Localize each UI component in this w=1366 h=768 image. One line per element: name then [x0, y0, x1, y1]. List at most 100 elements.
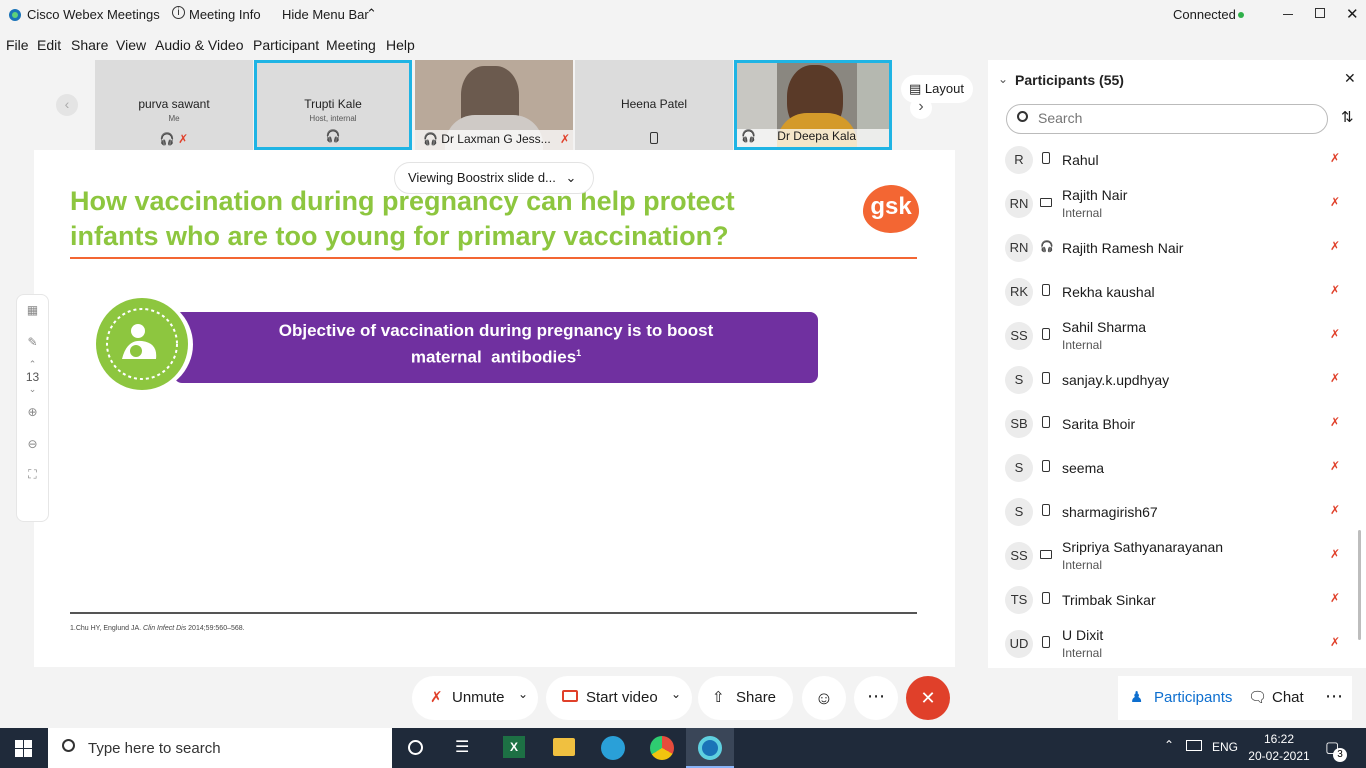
computer-icon: [1040, 198, 1052, 207]
menu-meeting[interactable]: Meeting: [326, 37, 376, 53]
language-indicator[interactable]: ENG: [1212, 740, 1238, 754]
leave-meeting-button[interactable]: ✕: [906, 676, 950, 720]
panel-scrollbar[interactable]: [1358, 530, 1361, 640]
menu-view[interactable]: View: [116, 37, 146, 53]
thumbnails-icon[interactable]: ▦: [17, 303, 48, 317]
participant-row[interactable]: R Rahul ✗: [988, 138, 1348, 182]
video-tile-trupti[interactable]: Trupti Kale Host, internal 🎧: [254, 60, 412, 150]
video-tile-heena[interactable]: Heena Patel: [575, 60, 733, 150]
edge-icon[interactable]: [601, 736, 625, 760]
phone-icon: [1042, 152, 1050, 164]
meeting-info-button[interactable]: Meeting Info: [189, 7, 261, 22]
menu-audio-video[interactable]: Audio & Video: [155, 37, 243, 53]
menu-participant[interactable]: Participant: [253, 37, 319, 53]
menu-edit[interactable]: Edit: [37, 37, 61, 53]
mic-muted-icon[interactable]: ✗: [1330, 371, 1344, 387]
phone-icon: [1042, 592, 1050, 604]
video-tile-deepa[interactable]: 🎧 Dr Deepa Kala: [734, 60, 892, 150]
participant-row[interactable]: RK Rekha kaushal ✗: [988, 270, 1348, 314]
show-hidden-icons-icon[interactable]: ⌃: [1164, 738, 1174, 752]
collapse-chevron-icon[interactable]: ⌄: [998, 72, 1008, 86]
zoom-in-icon[interactable]: ⊕: [17, 405, 48, 419]
sort-icon[interactable]: ⇅: [1341, 108, 1354, 126]
page-down-icon[interactable]: ⌄: [17, 384, 48, 395]
mic-muted-icon[interactable]: ✗: [1330, 239, 1344, 255]
layout-button[interactable]: ▤ Layout: [901, 75, 973, 103]
participants-toggle-button[interactable]: ♟ Participants: [1118, 676, 1236, 720]
menu-share[interactable]: Share: [71, 37, 108, 53]
video-tile-laxman[interactable]: 🎧 Dr Laxman G Jess... ✗: [415, 60, 573, 150]
network-icon[interactable]: [1186, 740, 1202, 751]
viewing-share-dropdown[interactable]: Viewing Boostrix slide d... ⌄: [394, 162, 594, 194]
clock-date[interactable]: 20-02-2021: [1240, 749, 1318, 763]
participant-name: Sripriya Sathyanarayanan: [1062, 539, 1224, 555]
mic-muted-icon[interactable]: ✗: [1330, 283, 1344, 299]
participant-search-input[interactable]: [1038, 110, 1298, 126]
mic-muted-icon[interactable]: ✗: [1330, 591, 1344, 607]
participant-row[interactable]: RN 🎧 Rajith Ramesh Nair ✗: [988, 226, 1348, 270]
participant-row[interactable]: SB Sarita Bhoir ✗: [988, 402, 1348, 446]
page-up-icon[interactable]: ⌃: [17, 359, 48, 370]
participant-row[interactable]: Ssharmagirish67 ✗: [988, 490, 1348, 534]
excel-icon[interactable]: X: [503, 736, 525, 758]
participant-subtitle: Internal: [1062, 646, 1103, 660]
file-explorer-icon[interactable]: [553, 738, 575, 756]
webex-taskbar-button[interactable]: [686, 728, 734, 768]
minimize-icon[interactable]: [1283, 14, 1293, 15]
share-icon: ⇧: [712, 689, 725, 706]
mic-muted-icon[interactable]: ✗: [1330, 503, 1344, 519]
maximize-icon[interactable]: [1315, 8, 1325, 18]
fit-screen-icon[interactable]: ⛶: [17, 467, 48, 482]
notification-count-badge: 3: [1333, 748, 1347, 762]
menu-help[interactable]: Help: [386, 37, 415, 53]
participant-row[interactable]: TS Trimbak Sinkar ✗: [988, 578, 1348, 622]
participant-avatar: UD: [1005, 630, 1033, 658]
participant-name: Sahil Sharma: [1062, 319, 1147, 335]
mic-muted-icon[interactable]: ✗: [1330, 327, 1344, 343]
chat-button[interactable]: 🗨 Chat: [1236, 676, 1316, 720]
task-view-icon[interactable]: ☰: [455, 737, 469, 757]
clock-time[interactable]: 16:22: [1248, 732, 1310, 746]
mic-muted-icon[interactable]: ✗: [1330, 459, 1344, 475]
mic-muted-icon[interactable]: ✗: [1330, 415, 1344, 431]
participant-row[interactable]: SS Sahil Sharma Internal ✗: [988, 314, 1348, 358]
cortana-icon[interactable]: [408, 740, 423, 755]
mic-muted-icon: ✗: [430, 689, 443, 706]
participant-row[interactable]: Ssanjay.k.updhyay ✗: [988, 358, 1348, 402]
audio-options-chevron-icon[interactable]: ⌄: [518, 687, 528, 701]
video-options-chevron-icon[interactable]: ⌄: [671, 687, 681, 701]
annotate-icon[interactable]: ✎: [17, 335, 48, 349]
mic-muted-icon[interactable]: ✗: [1330, 151, 1344, 167]
reactions-button[interactable]: ☺: [802, 676, 846, 720]
hide-menu-bar-button[interactable]: Hide Menu Bar: [282, 7, 369, 22]
start-video-button[interactable]: Start video ⌄: [546, 676, 692, 720]
annotation-toolbar: ▦ ✎ ⌃ 13 ⌄ ⊕ ⊖ ⛶: [16, 294, 49, 522]
panel-more-button[interactable]: ⋯: [1316, 676, 1352, 720]
more-options-button[interactable]: ⋯: [854, 676, 898, 720]
close-window-icon[interactable]: ✕: [1346, 5, 1359, 23]
close-panel-icon[interactable]: ✕: [1344, 70, 1356, 87]
strip-next-button[interactable]: ›: [910, 97, 932, 119]
menu-file[interactable]: File: [6, 37, 29, 53]
participant-row[interactable]: SS Sripriya Sathyanarayanan Internal ✗: [988, 534, 1348, 578]
chrome-icon[interactable]: [650, 736, 674, 760]
chat-label: Chat: [1272, 689, 1304, 706]
participant-name: U Dixit: [1062, 627, 1104, 643]
zoom-out-icon[interactable]: ⊖: [17, 437, 48, 451]
participant-row[interactable]: UD U Dixit Internal ✗: [988, 622, 1348, 666]
participant-name: Sarita Bhoir: [1062, 416, 1136, 432]
mic-muted-icon[interactable]: ✗: [1330, 547, 1344, 563]
strip-prev-button[interactable]: ‹: [56, 94, 78, 116]
mic-muted-icon[interactable]: ✗: [1330, 635, 1344, 651]
connected-dot-icon: [1238, 12, 1244, 18]
windows-start-icon[interactable]: [15, 740, 32, 757]
taskbar-search-box[interactable]: Type here to search: [48, 728, 392, 768]
participant-row[interactable]: Sseema ✗: [988, 446, 1348, 490]
share-button[interactable]: ⇧ Share: [698, 676, 793, 720]
unmute-button[interactable]: ✗ Unmute ⌄: [412, 676, 538, 720]
participant-search-field[interactable]: [1006, 104, 1328, 134]
unmute-label: Unmute: [452, 689, 505, 706]
participant-row[interactable]: RN Rajith Nair Internal ✗: [988, 182, 1348, 226]
video-tile-purva[interactable]: purva sawant Me 🎧 ✗: [95, 60, 253, 150]
mic-muted-icon[interactable]: ✗: [1330, 195, 1344, 211]
